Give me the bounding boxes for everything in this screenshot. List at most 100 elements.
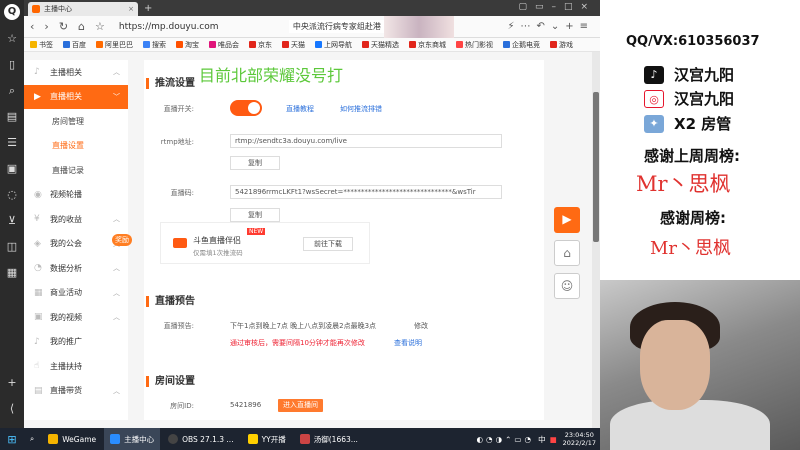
download-button[interactable]: 前往下载 bbox=[303, 237, 353, 251]
bookmark-item[interactable]: 上网导航 bbox=[315, 40, 352, 50]
enter-room-button[interactable]: 进入直播间 bbox=[278, 399, 323, 412]
bookmark-item[interactable]: 搜索 bbox=[143, 40, 166, 50]
room-settings-title: 房间设置 bbox=[146, 376, 195, 387]
stream-code-field[interactable]: 5421896rrmcLKFt1?wsSecret=**************… bbox=[230, 185, 502, 199]
taskbar-obs[interactable]: OBS 27.1.3 ... bbox=[162, 428, 239, 450]
nav-live-records[interactable]: 直播记录 bbox=[24, 158, 128, 183]
taskbar-anchor-center[interactable]: 主播中心 bbox=[104, 428, 161, 450]
webcam-person-face bbox=[640, 320, 710, 410]
scrollbar-thumb[interactable] bbox=[593, 92, 599, 242]
bookmark-item[interactable]: 企鹅电竞 bbox=[503, 40, 540, 50]
book-icon[interactable]: ▯ bbox=[4, 57, 20, 73]
window-controls[interactable]: ▢▭–□× bbox=[518, 2, 596, 12]
apps-icon[interactable]: ▦ bbox=[4, 265, 20, 281]
bookmark-item[interactable]: 百度 bbox=[63, 40, 86, 50]
main-panel: 推流设置 目前北部荣耀没号打 直播开关: 直播教程 如何推流排错 rtmp地址:… bbox=[144, 60, 544, 420]
nav-live-settings[interactable]: 直播设置 bbox=[24, 134, 128, 159]
refresh-icon[interactable]: ↻ bbox=[59, 20, 68, 33]
income-icon: ¥ bbox=[34, 214, 40, 225]
nav-live[interactable]: ▶ 直播相关 ﹀ bbox=[24, 84, 128, 109]
chat-icon[interactable]: ◌ bbox=[4, 187, 20, 203]
list-icon[interactable]: ☰ bbox=[4, 135, 20, 151]
douyu-icon bbox=[32, 5, 40, 13]
nav-shop[interactable]: ▤ 直播带货 ︿ bbox=[24, 379, 128, 404]
nav-business[interactable]: ▦ 商业活动 ︿ bbox=[24, 281, 128, 306]
taskbar-wegame[interactable]: WeGame bbox=[42, 428, 102, 450]
favorite-star-icon[interactable]: ☆ bbox=[95, 20, 105, 33]
nav-income[interactable]: ¥ 我的收益 ︿ bbox=[24, 207, 128, 232]
rtmp-field[interactable]: rtmp://sendtc3a.douyu.com/live bbox=[230, 134, 502, 148]
copy-code-button[interactable]: 复制 bbox=[230, 208, 280, 222]
mic-icon: ♪ bbox=[34, 67, 40, 78]
preview-value: 下午1点到晚上7点 晚上八点到凌晨2点最晚3点 bbox=[230, 322, 377, 330]
home-float-icon[interactable]: ⌂ bbox=[554, 240, 580, 266]
collapse-icon[interactable]: ⟨ bbox=[4, 401, 20, 417]
url-input[interactable]: https://mp.douyu.com bbox=[119, 22, 239, 32]
bookmark-item[interactable]: 阿里巴巴 bbox=[96, 40, 133, 50]
search-icon[interactable]: ⌕ bbox=[4, 83, 20, 99]
bookmark-item[interactable]: 游戏 bbox=[550, 40, 573, 50]
code-label: 直播码: bbox=[170, 189, 194, 197]
home-icon[interactable]: ⌂ bbox=[78, 20, 85, 33]
taskbar-chat[interactable]: 汤御(1663... bbox=[294, 428, 364, 450]
bookmark-item[interactable]: 京东商城 bbox=[409, 40, 446, 50]
bookmark-item[interactable]: 京东 bbox=[249, 40, 272, 50]
robot-float-icon[interactable]: ☺ bbox=[554, 273, 580, 299]
bookmark-item[interactable]: 热门影视 bbox=[456, 40, 493, 50]
camera-icon bbox=[173, 238, 187, 248]
stream-overlay-panel: QQ/VX:610356037 ♪ 汉宫九阳 ◎ 汉宫九阳 ✦ X2 房管 感谢上周周… bbox=[600, 0, 800, 280]
tab-anchor-center[interactable]: 主播中心 × bbox=[28, 2, 138, 16]
bookmark-item[interactable]: 天猫精选 bbox=[362, 40, 399, 50]
new-badge: NEW bbox=[247, 228, 266, 235]
new-tab-icon[interactable]: + bbox=[144, 3, 152, 14]
news-ticker[interactable]: 中央派流行病专家组赴港 bbox=[288, 20, 385, 33]
nav-room-manage[interactable]: 房间管理 bbox=[24, 109, 128, 134]
copy-rtmp-button[interactable]: 复制 bbox=[230, 156, 280, 170]
bookmarks-bar: 书签 百度 阿里巴巴 搜索 淘宝 唯品会 京东 天猫 上网导航 天猫精选 京东商… bbox=[24, 38, 600, 52]
taskbar-yy[interactable]: YY开播 bbox=[242, 428, 292, 450]
close-tab-icon[interactable]: × bbox=[128, 5, 134, 13]
bookmark-item[interactable]: 天猫 bbox=[282, 40, 305, 50]
game-icon[interactable]: ▣ bbox=[4, 161, 20, 177]
wallet-icon[interactable]: ◫ bbox=[4, 239, 20, 255]
banner-image bbox=[384, 16, 454, 38]
contact-text: QQ/VX:610356037 bbox=[626, 34, 760, 49]
live-float-icon[interactable]: ▶ bbox=[554, 207, 580, 233]
chevron-up-icon: ︿ bbox=[113, 386, 120, 395]
business-icon: ▦ bbox=[34, 287, 43, 298]
cart-icon[interactable]: ⊻ bbox=[4, 213, 20, 229]
add-icon[interactable]: + bbox=[4, 375, 20, 391]
chart-icon: ◔ bbox=[34, 263, 42, 274]
nav-anchor[interactable]: ♪ 主播相关 ︿ bbox=[24, 60, 128, 85]
nav-video-carousel[interactable]: ◉ 视频轮播 bbox=[24, 183, 128, 208]
nav-my-video[interactable]: ▣ 我的视频 ︿ bbox=[24, 305, 128, 330]
note-icon[interactable]: ▤ bbox=[4, 109, 20, 125]
bookmark-item[interactable]: 书签 bbox=[30, 40, 53, 50]
tray-app-icon[interactable]: ■ bbox=[550, 435, 557, 444]
live-switch-toggle[interactable] bbox=[230, 100, 262, 116]
bookmark-item[interactable]: 淘宝 bbox=[176, 40, 199, 50]
nav-data[interactable]: ◔ 数据分析 ︿ bbox=[24, 256, 128, 281]
ime-indicator[interactable]: 中 bbox=[538, 434, 546, 445]
clock[interactable]: 23:04:50 2022/2/17 bbox=[563, 431, 596, 447]
tutorial-link[interactable]: 直播教程 bbox=[286, 104, 314, 114]
tray-icons[interactable]: ◐◔◑⌃▭◔ bbox=[477, 435, 535, 444]
forward-icon[interactable]: › bbox=[44, 20, 48, 33]
view-desc-link[interactable]: 查看说明 bbox=[394, 338, 422, 348]
room-id-label: 房间ID: bbox=[170, 402, 194, 410]
troubleshoot-link[interactable]: 如何推流排错 bbox=[340, 104, 382, 114]
douyin-row: ♪ 汉宫九阳 bbox=[644, 64, 734, 85]
nav-promo[interactable]: ♪ 我的推广 bbox=[24, 330, 128, 355]
chevron-up-icon: ︿ bbox=[113, 68, 120, 77]
nav-support[interactable]: ☝ 主播扶持 bbox=[24, 354, 128, 379]
taskbar-search-icon[interactable]: ⌕ bbox=[24, 428, 40, 450]
toolbar-icons[interactable]: ⚡⋯↶⌄+≡ bbox=[507, 21, 594, 32]
scrollbar[interactable] bbox=[592, 52, 600, 428]
system-tray: ◐◔◑⌃▭◔ 中 ■ 23:04:50 2022/2/17 bbox=[477, 431, 601, 447]
back-icon[interactable]: ‹ bbox=[30, 20, 34, 33]
windows-start-icon[interactable]: ⊞ bbox=[0, 433, 24, 446]
bookmark-item[interactable]: 唯品会 bbox=[209, 40, 239, 50]
modify-link[interactable]: 修改 bbox=[414, 321, 428, 331]
star-icon[interactable]: ☆ bbox=[4, 31, 20, 47]
app-logo-icon[interactable]: Q bbox=[4, 4, 20, 20]
